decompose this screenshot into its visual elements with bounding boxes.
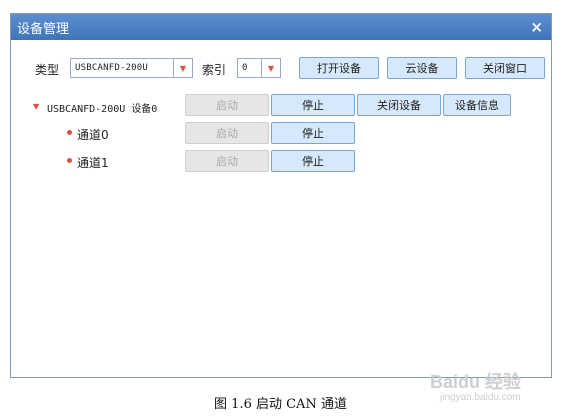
index-select[interactable]: 0 ▼ [237,58,281,78]
expand-arrow-icon[interactable]: ▼ [33,102,39,111]
watermark-logo: Baidu 经验 [430,372,522,392]
index-select-value: 0 [242,63,248,73]
index-label: 索引 [202,63,227,77]
dropdown-arrow-icon[interactable]: ▼ [261,59,280,77]
type-select[interactable]: USBCANFD-200U ▼ [70,58,193,78]
title-bar: 设备管理 × [11,14,551,40]
channel-1-stop-button[interactable]: 停止 [271,150,355,172]
channel-0-start-button[interactable]: 启动 [185,122,269,144]
close-window-button[interactable]: 关闭窗口 [465,57,545,79]
device-start-button[interactable]: 启动 [185,94,269,116]
watermark-url: jingyan.baidu.com [440,392,521,403]
device-info-button[interactable]: 设备信息 [443,94,511,116]
channel-0-stop-button[interactable]: 停止 [271,122,355,144]
close-icon[interactable]: × [530,19,543,35]
channel-bullet-icon [67,158,72,163]
window-title: 设备管理 [17,21,70,37]
device-manager-window: 设备管理 × 类型 USBCANFD-200U ▼ 索引 0 ▼ 打开设备 云设… [10,13,552,378]
channel-0-label[interactable]: 通道0 [77,126,109,143]
dropdown-arrow-icon[interactable]: ▼ [173,59,192,77]
type-label: 类型 [35,63,60,77]
type-select-value: USBCANFD-200U [75,63,149,73]
channel-bullet-icon [67,130,72,135]
close-device-button[interactable]: 关闭设备 [357,94,441,116]
cloud-device-button[interactable]: 云设备 [387,57,457,79]
channel-1-label[interactable]: 通道1 [77,154,109,171]
device-tree-label[interactable]: USBCANFD-200U 设备0 [47,100,157,115]
open-device-button[interactable]: 打开设备 [299,57,379,79]
channel-1-start-button[interactable]: 启动 [185,150,269,172]
device-stop-button[interactable]: 停止 [271,94,355,116]
